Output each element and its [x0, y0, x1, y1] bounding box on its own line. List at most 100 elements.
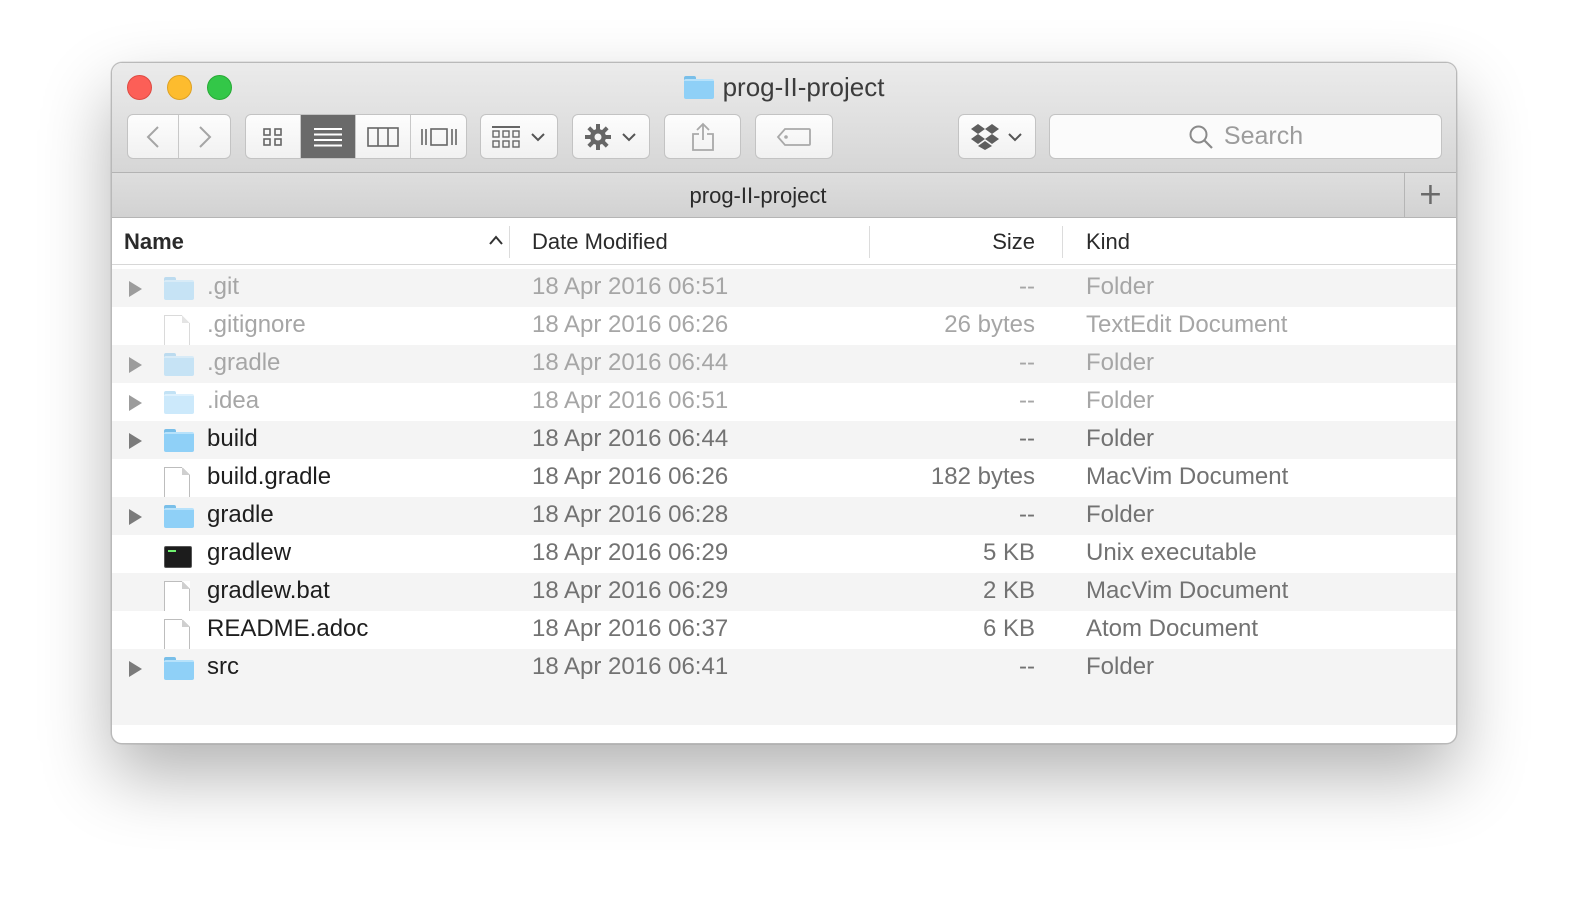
- finder-window: prog-II-project Search prog-II-project +…: [111, 62, 1457, 744]
- empty-row: [112, 687, 1456, 725]
- column-header: Name Date Modified Size Kind: [112, 219, 1456, 265]
- file-date-modified: 18 Apr 2016 06:26: [532, 311, 729, 338]
- back-button[interactable]: [128, 115, 179, 158]
- gear-icon: [585, 123, 611, 150]
- dropbox-icon: [971, 123, 999, 150]
- icon-view-button[interactable]: [246, 115, 301, 158]
- file-size: --: [1019, 425, 1035, 452]
- size-column-header[interactable]: Size: [872, 219, 1035, 265]
- folder-icon: [164, 429, 194, 459]
- file-kind: MacVim Document: [1086, 463, 1289, 490]
- file-size: --: [1019, 387, 1035, 414]
- size-column-label: Size: [992, 229, 1035, 254]
- date-column-label: Date Modified: [532, 229, 668, 254]
- file-list: .git 18 Apr 2016 06:51 -- Folder .gitignore 1…: [112, 269, 1456, 687]
- file-row[interactable]: .idea 18 Apr 2016 06:51 -- Folder: [112, 383, 1456, 421]
- file-date-modified: 18 Apr 2016 06:44: [532, 425, 729, 452]
- file-size: --: [1019, 501, 1035, 528]
- disclosure-triangle-icon[interactable]: [129, 357, 142, 373]
- file-row[interactable]: build 18 Apr 2016 06:44 -- Folder: [112, 421, 1456, 459]
- disclosure-triangle-icon[interactable]: [129, 281, 142, 297]
- share-button[interactable]: [664, 114, 741, 159]
- file-date-modified: 18 Apr 2016 06:29: [532, 577, 729, 604]
- chevron-right-icon: [198, 125, 211, 148]
- file-row[interactable]: src 18 Apr 2016 06:41 -- Folder: [112, 649, 1456, 687]
- file-kind: Folder: [1086, 387, 1155, 414]
- disclosure-triangle-icon[interactable]: [129, 433, 142, 449]
- file-date-modified: 18 Apr 2016 06:37: [532, 615, 729, 642]
- file-kind: TextEdit Document: [1086, 311, 1288, 338]
- column-divider[interactable]: [509, 226, 510, 258]
- file-name: .idea: [207, 387, 260, 414]
- file-kind: Folder: [1086, 349, 1155, 376]
- file-date-modified: 18 Apr 2016 06:44: [532, 349, 729, 376]
- file-name: .git: [207, 273, 240, 300]
- file-name: src: [207, 653, 239, 680]
- file-name: .gradle: [207, 349, 281, 376]
- file-name: gradle: [207, 501, 274, 528]
- edit-tags-button[interactable]: [755, 114, 833, 159]
- list-view-button[interactable]: [301, 115, 356, 158]
- arrange-button[interactable]: [480, 114, 558, 159]
- file-size: 2 KB: [982, 577, 1035, 604]
- file-row[interactable]: build.gradle 18 Apr 2016 06:26 182 bytes Ma…: [112, 459, 1456, 498]
- columns-icon: [367, 126, 399, 147]
- file-row[interactable]: README.adoc 18 Apr 2016 06:37 6 KB Atom Doc…: [112, 611, 1456, 650]
- file-size: 5 KB: [982, 539, 1035, 566]
- disclosure-triangle-icon[interactable]: [129, 661, 142, 677]
- search-field[interactable]: Search: [1049, 114, 1442, 159]
- file-size: --: [1019, 349, 1035, 376]
- date-column-header[interactable]: Date Modified: [532, 219, 668, 265]
- file-row[interactable]: .gradle 18 Apr 2016 06:44 -- Folder: [112, 345, 1456, 383]
- cover-flow-icon: [420, 127, 457, 146]
- folder-icon: [164, 391, 194, 421]
- column-view-button[interactable]: [356, 115, 411, 158]
- column-divider[interactable]: [869, 226, 870, 258]
- disclosure-triangle-icon[interactable]: [129, 395, 142, 411]
- file-name: gradlew: [207, 539, 292, 566]
- action-button[interactable]: [572, 114, 650, 159]
- file-name: .gitignore: [207, 311, 306, 338]
- column-divider[interactable]: [1062, 226, 1063, 258]
- search-icon: [1189, 125, 1213, 149]
- file-row[interactable]: .gitignore 18 Apr 2016 06:26 26 bytes TextE…: [112, 307, 1456, 346]
- cover-flow-view-button[interactable]: [411, 115, 466, 158]
- search-placeholder: Search: [1223, 122, 1304, 150]
- new-tab-button[interactable]: +: [1404, 173, 1456, 217]
- file-date-modified: 18 Apr 2016 06:51: [532, 273, 729, 300]
- name-column-label: Name: [124, 229, 184, 254]
- list-icon: [314, 127, 342, 146]
- view-mode-control: [245, 114, 467, 159]
- file-kind: Folder: [1086, 653, 1155, 680]
- file-date-modified: 18 Apr 2016 06:26: [532, 463, 729, 490]
- file-kind: Folder: [1086, 501, 1155, 528]
- folder-icon: [164, 353, 194, 383]
- tab-title[interactable]: prog-II-project: [112, 183, 1404, 209]
- file-row[interactable]: gradlew.bat 18 Apr 2016 06:29 2 KB MacVim D…: [112, 573, 1456, 612]
- name-column-header[interactable]: Name: [124, 219, 509, 265]
- sort-ascending-icon: [489, 235, 503, 245]
- file-size: 26 bytes: [944, 311, 1035, 338]
- file-row[interactable]: .git 18 Apr 2016 06:51 -- Folder: [112, 269, 1456, 307]
- file-kind: Atom Document: [1086, 615, 1259, 642]
- file-date-modified: 18 Apr 2016 06:41: [532, 653, 729, 680]
- file-row[interactable]: gradle 18 Apr 2016 06:28 -- Folder: [112, 497, 1456, 535]
- file-size: --: [1019, 273, 1035, 300]
- file-date-modified: 18 Apr 2016 06:28: [532, 501, 729, 528]
- dropbox-button[interactable]: [958, 114, 1036, 159]
- terminal-icon: [164, 543, 192, 572]
- folder-icon: [164, 505, 194, 535]
- tab-bar: prog-II-project +: [112, 173, 1456, 218]
- kind-column-header[interactable]: Kind: [1086, 219, 1130, 265]
- file-kind: Folder: [1086, 273, 1155, 300]
- grid-icon: [263, 127, 282, 146]
- file-row[interactable]: gradlew 18 Apr 2016 06:29 5 KB Unix executa…: [112, 535, 1456, 573]
- tag-icon: [776, 127, 811, 146]
- disclosure-triangle-icon[interactable]: [129, 509, 142, 525]
- file-size: --: [1019, 653, 1035, 680]
- folder-icon: [164, 277, 194, 307]
- file-kind: Folder: [1086, 425, 1155, 452]
- forward-button[interactable]: [179, 115, 230, 158]
- arrange-grid-icon: [492, 125, 520, 148]
- file-size: 6 KB: [982, 615, 1035, 642]
